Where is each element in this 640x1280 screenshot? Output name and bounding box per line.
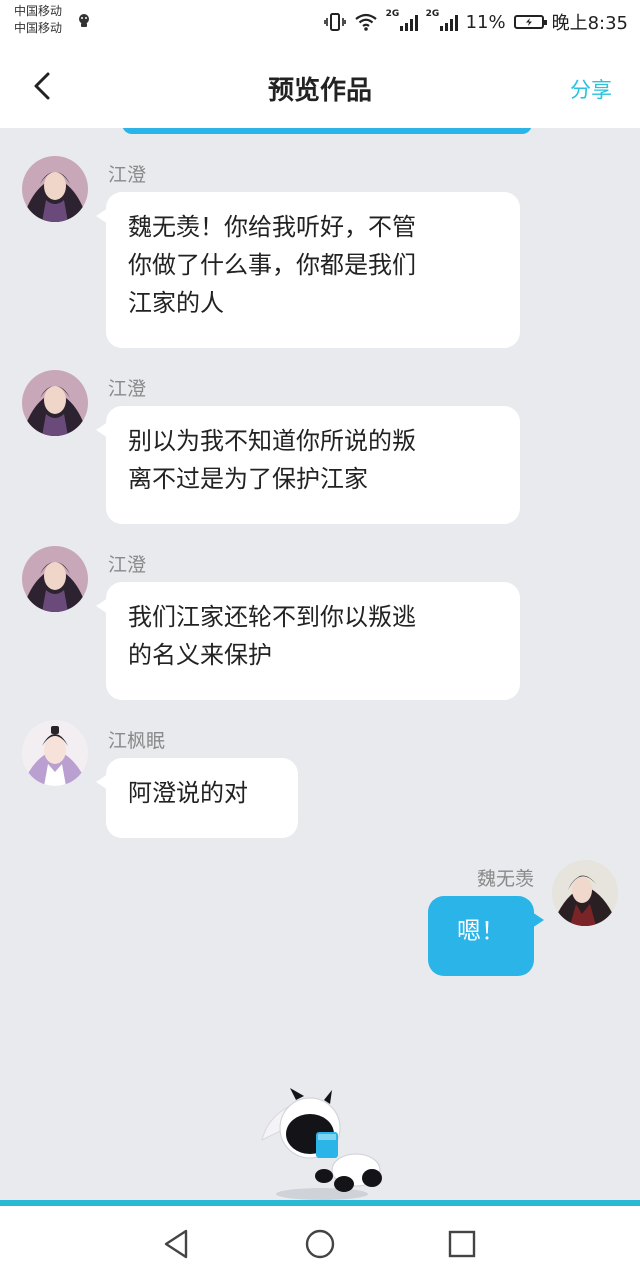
panda-mascot-icon bbox=[261, 1088, 382, 1200]
message-sender: 江澄 bbox=[108, 164, 147, 186]
message-text-line: 嗯！ bbox=[457, 917, 505, 945]
system-nav-bar bbox=[0, 1206, 640, 1280]
square-recent-icon[interactable] bbox=[444, 1226, 480, 1262]
message-sender: 江澄 bbox=[108, 554, 147, 576]
battery-charging-icon bbox=[513, 15, 547, 29]
share-button[interactable]: 分享 bbox=[570, 74, 612, 104]
signal-icon: 2G bbox=[386, 9, 418, 31]
message-text-line: 你做了什么事，你都是我们 bbox=[128, 251, 416, 279]
triangle-back-icon[interactable] bbox=[160, 1226, 196, 1262]
vibrate-icon bbox=[323, 13, 346, 31]
message-text-line: 魏无羡！你给我听好，不管 bbox=[128, 213, 416, 241]
message-bubble[interactable]: 阿澄说的对 bbox=[96, 758, 298, 838]
circle-home-icon[interactable] bbox=[302, 1226, 338, 1262]
message-text-line: 别以为我不知道你所说的叛 bbox=[128, 427, 416, 455]
message-sender: 江澄 bbox=[108, 378, 147, 400]
avatar[interactable] bbox=[22, 720, 88, 786]
message-bubble[interactable]: 嗯！ bbox=[428, 896, 544, 976]
message-text-line: 我们江家还轮不到你以叛逃 bbox=[128, 603, 416, 631]
message-bubble[interactable]: 魏无羡！你给我听好，不管 你做了什么事，你都是我们 江家的人 bbox=[96, 192, 520, 348]
pet-notification-icon bbox=[79, 14, 89, 27]
wifi-icon bbox=[354, 13, 377, 31]
status-icons: 2G 2G 11% 晚上8:35 bbox=[323, 8, 628, 36]
message-bubble[interactable]: 别以为我不知道你所说的叛 离不过是为了保护江家 bbox=[96, 406, 520, 524]
previous-message-bubble bbox=[122, 128, 532, 134]
signal-icon: 2G bbox=[426, 9, 458, 31]
carrier-1: 中国移动 bbox=[14, 4, 63, 18]
network-type-2: 2G bbox=[425, 9, 440, 19]
avatar[interactable] bbox=[22, 546, 88, 612]
message-bubble[interactable]: 我们江家还轮不到你以叛逃 的名义来保护 bbox=[96, 582, 520, 700]
message-sender: 江枫眠 bbox=[108, 730, 166, 752]
battery-percent: 11% bbox=[465, 11, 506, 33]
carrier-info: 中国移动 中国移动 bbox=[14, 3, 62, 37]
message-sender: 魏无羡 bbox=[476, 868, 534, 890]
page-title: 预览作品 bbox=[267, 76, 372, 106]
message-text-line: 离不过是为了保护江家 bbox=[128, 465, 368, 493]
carrier-2: 中国移动 bbox=[14, 21, 63, 35]
clock: 晚上8:35 bbox=[551, 13, 628, 34]
network-type-1: 2G bbox=[385, 9, 400, 19]
message-text-line: 江家的人 bbox=[128, 289, 224, 317]
avatar[interactable] bbox=[552, 860, 618, 926]
status-bar: 中国移动 中国移动 2G 2G 11% 晚上8:35 bbox=[0, 0, 640, 46]
chat-area[interactable]: 江澄 魏无羡！你给我听好，不管 你做了什么事，你都是我们 江家的人 江澄 别以为… bbox=[0, 128, 640, 1202]
message-text-line: 阿澄说的对 bbox=[128, 779, 248, 807]
avatar[interactable] bbox=[22, 370, 88, 436]
top-nav-bar: 预览作品 分享 bbox=[0, 46, 640, 128]
message-text-line: 的名义来保护 bbox=[128, 641, 272, 669]
avatar[interactable] bbox=[22, 156, 88, 222]
